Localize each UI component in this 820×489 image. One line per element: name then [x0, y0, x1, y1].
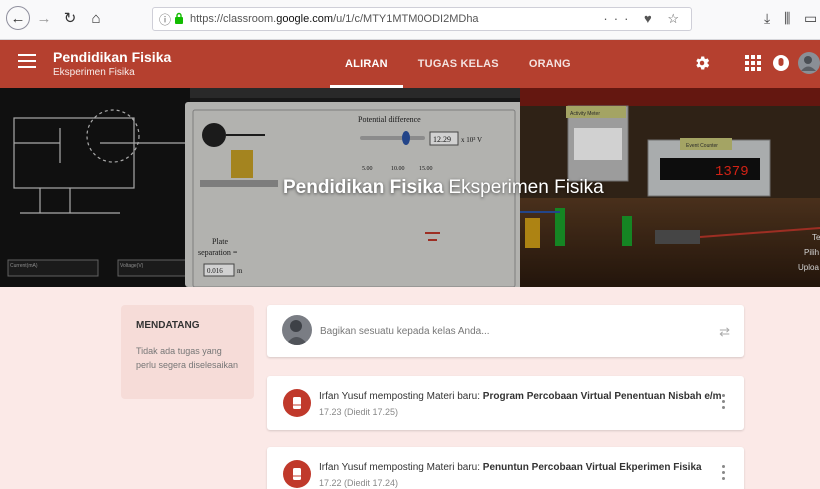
post-title: Irfan Yusuf memposting Materi baru: Prog…	[319, 391, 722, 402]
class-banner: Current(mA) Voltage(V) Potential differe…	[0, 88, 820, 287]
notification-bell-icon[interactable]	[772, 54, 790, 72]
account-avatar-icon[interactable]	[798, 52, 820, 74]
repost-icon[interactable]: ⇄	[719, 324, 730, 340]
browser-toolbar: ← → ↻ ⌂ ⓘ https://classroom.google.com/u…	[0, 0, 820, 40]
tab-bar: ALIRAN TUGAS KELAS ORANG	[330, 40, 586, 88]
classroom-header: Pendidikan Fisika Eksperimen Fisika ALIR…	[0, 40, 820, 88]
upcoming-empty-text: Tidak ada tugas yang perlu segera disele…	[136, 346, 239, 370]
sidebar-icon[interactable]: ▭	[804, 10, 817, 27]
url-text: https://classroom.google.com/u/1/c/MTY1M…	[190, 13, 479, 25]
more-options-icon[interactable]	[722, 394, 726, 410]
post-time: 17.23 (Diedit 17.25)	[319, 407, 399, 417]
settings-gear-icon[interactable]	[693, 54, 711, 72]
share-input[interactable]: Bagikan sesuatu kepada kelas Anda...	[320, 326, 490, 337]
menu-icon[interactable]	[18, 54, 36, 68]
stream-post[interactable]: Irfan Yusuf memposting Materi baru: Prog…	[267, 376, 744, 430]
class-section: Eksperimen Fisika	[53, 67, 135, 78]
info-icon[interactable]: ⓘ	[159, 11, 171, 28]
class-title[interactable]: Pendidikan Fisika	[53, 49, 171, 65]
share-to-class-card[interactable]: Bagikan sesuatu kepada kelas Anda... ⇄	[267, 305, 744, 357]
material-icon	[283, 389, 311, 417]
post-time: 17.22 (Diedit 17.24)	[319, 478, 399, 488]
apps-grid-icon[interactable]	[744, 54, 762, 72]
tab-orang[interactable]: ORANG	[514, 40, 586, 88]
back-icon[interactable]: ←	[6, 6, 30, 30]
post-title: Irfan Yusuf memposting Materi baru: Penu…	[319, 462, 702, 473]
address-bar[interactable]: ⓘ https://classroom.google.com/u/1/c/MTY…	[152, 7, 692, 31]
user-avatar	[282, 315, 312, 345]
material-icon	[283, 460, 311, 488]
tab-aliran[interactable]: ALIRAN	[330, 40, 403, 88]
banner-title: Pendidikan Fisika Eksperimen Fisika	[283, 177, 604, 198]
more-options-icon[interactable]	[722, 465, 726, 481]
page-actions-icon[interactable]: ··· ♥ ☆	[603, 11, 685, 27]
tab-tugas-kelas[interactable]: TUGAS KELAS	[403, 40, 514, 88]
lock-icon	[175, 12, 183, 24]
upcoming-card: MENDATANG Tidak ada tugas yang perlu seg…	[121, 305, 254, 399]
download-icon[interactable]: ⤓	[764, 10, 770, 27]
upcoming-title: MENDATANG	[136, 320, 200, 331]
library-icon[interactable]: ⫼	[784, 10, 790, 27]
stream-post[interactable]: Irfan Yusuf memposting Materi baru: Penu…	[267, 447, 744, 489]
home-icon[interactable]: ⌂	[84, 6, 108, 30]
forward-icon[interactable]: →	[32, 6, 56, 30]
reload-icon[interactable]: ↻	[58, 6, 82, 30]
